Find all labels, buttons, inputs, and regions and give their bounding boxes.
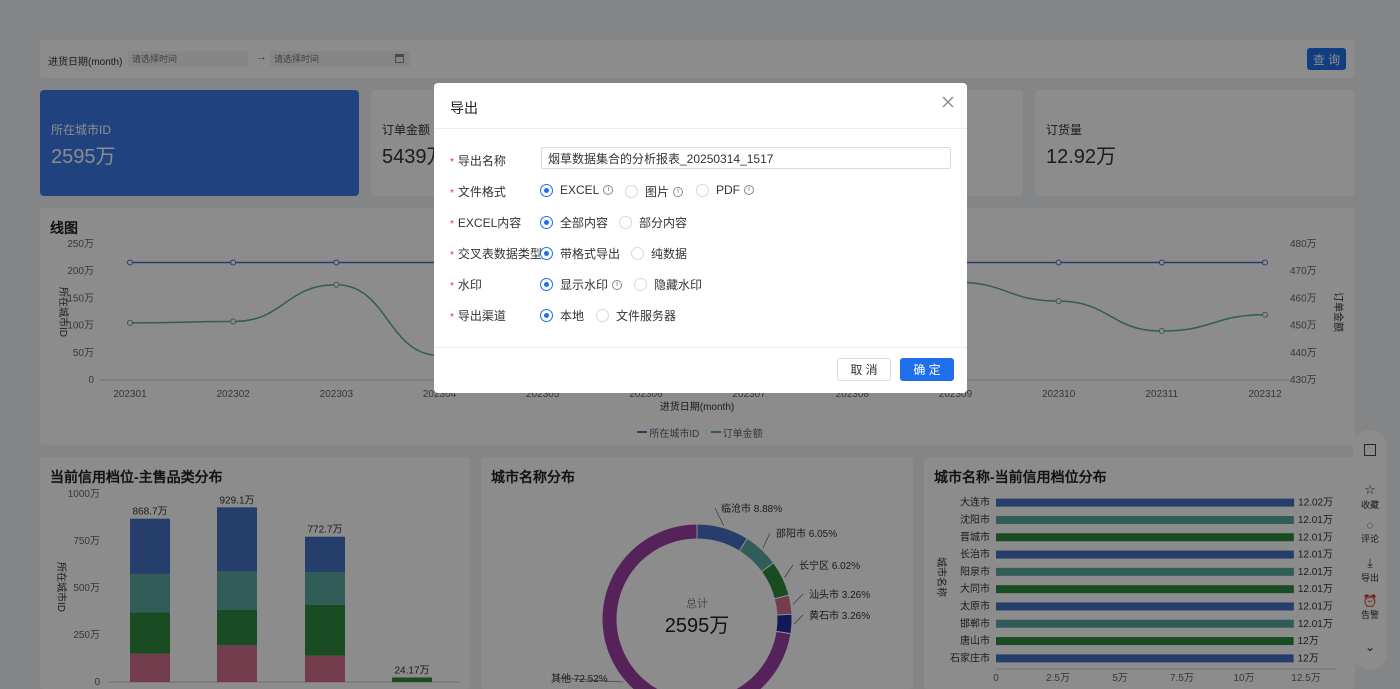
field-label-export-channel: * 导出渠道 <box>450 309 506 323</box>
dialog-footer-divider <box>434 347 967 348</box>
radio-format-excel[interactable]: EXCEL i <box>540 183 614 197</box>
field-label-excel-content: * EXCEL内容 <box>450 216 522 230</box>
dialog-header-divider <box>434 128 967 129</box>
cancel-button[interactable]: 取 消 <box>837 358 891 381</box>
field-label-export-name: * 导出名称 <box>450 154 506 168</box>
field-label-crosstab-type: * 交叉表数据类型 <box>450 247 542 261</box>
radio-format-pdf[interactable]: PDF i <box>696 183 754 197</box>
info-icon: i <box>673 186 684 197</box>
field-label-file-format: * 文件格式 <box>450 185 506 199</box>
confirm-button[interactable]: 确 定 <box>900 358 954 381</box>
radio-format-image[interactable]: 图片 i <box>625 183 684 200</box>
field-label-watermark: * 水印 <box>450 278 482 292</box>
info-icon: i <box>612 279 623 290</box>
radio-crosstab-formatted[interactable]: 带格式导出 <box>540 245 620 262</box>
info-icon: i <box>603 185 614 195</box>
radio-channel-local[interactable]: 本地 <box>540 307 584 324</box>
radio-content-partial[interactable]: 部分内容 <box>619 214 687 231</box>
export-name-input[interactable] <box>541 147 951 169</box>
radio-watermark-show[interactable]: 显示水印 i <box>540 276 623 293</box>
radio-watermark-hide[interactable]: 隐藏水印 <box>634 276 702 293</box>
radio-content-all[interactable]: 全部内容 <box>540 214 608 231</box>
radio-channel-file-server[interactable]: 文件服务器 <box>596 307 676 324</box>
radio-crosstab-raw[interactable]: 纯数据 <box>631 245 687 262</box>
dialog-title: 导出 <box>450 100 478 116</box>
close-icon[interactable] <box>941 95 955 109</box>
export-dialog: 导出 *导出名称 *文件格式 EXCELi 图片i PDFi *EXCEL内容 … <box>434 83 967 393</box>
info-icon: i <box>744 185 754 195</box>
